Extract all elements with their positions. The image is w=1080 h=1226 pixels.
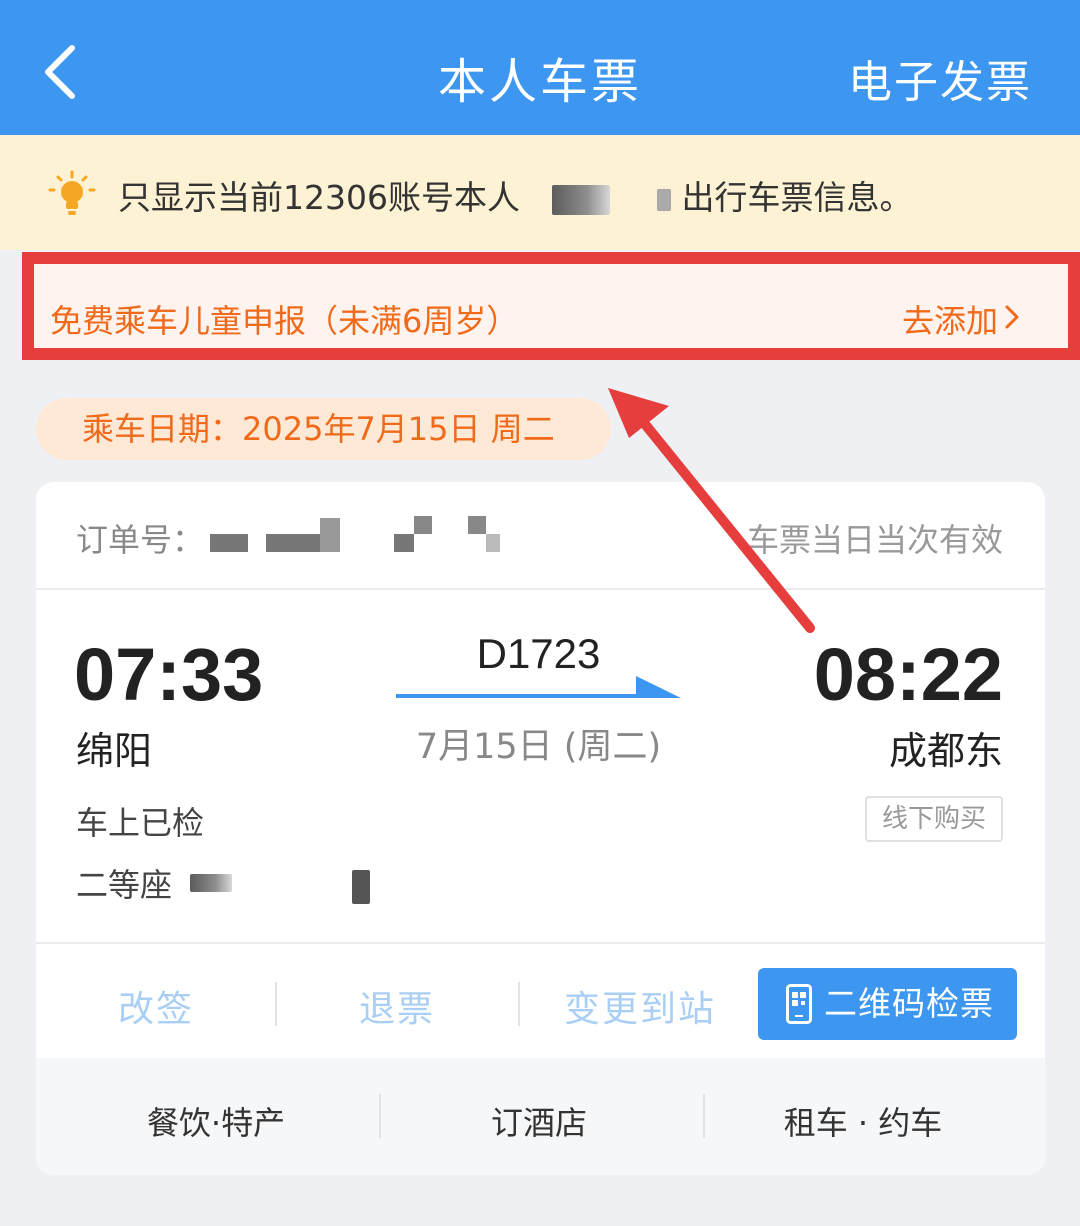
refund-button[interactable]: 退票 bbox=[277, 980, 517, 1032]
redacted-name bbox=[552, 184, 611, 215]
lightbulb-icon bbox=[48, 170, 96, 215]
qr-check-button[interactable]: 二维码检票 bbox=[758, 968, 1017, 1040]
purchase-channel-badge: 线下购买 bbox=[865, 796, 1003, 842]
divider bbox=[379, 1094, 381, 1138]
redacted-seat-number bbox=[352, 870, 371, 904]
train-date: 7月15日 (周二) bbox=[415, 727, 662, 767]
redacted-order-number bbox=[210, 534, 248, 552]
train-number: D1723 bbox=[476, 630, 601, 677]
order-number-label: 订单号： bbox=[76, 521, 205, 559]
departure-time: 07:33 bbox=[74, 633, 264, 716]
check-status: 车上已检 bbox=[76, 804, 205, 842]
arrival-time: 08:22 bbox=[813, 633, 1003, 716]
ticket-actions: 改签 退票 变更到站 二维码检票 bbox=[36, 942, 1045, 1060]
notice-bar: 只显示当前12306账号本人 出行车票信息。 bbox=[0, 135, 1080, 250]
services-bar: 餐饮·特产 订酒店 租车 · 约车 bbox=[36, 1058, 1045, 1175]
car-rental-link[interactable]: 租车 · 约车 bbox=[713, 1098, 1013, 1144]
child-declaration-label: 免费乘车儿童申报（未满6周岁） bbox=[50, 302, 519, 340]
change-destination-button[interactable]: 变更到站 bbox=[520, 980, 760, 1032]
order-row: 订单号： 车票当日当次有效 bbox=[36, 482, 1045, 590]
hotel-link[interactable]: 订酒店 bbox=[389, 1098, 689, 1144]
food-specialty-link[interactable]: 餐饮·特产 bbox=[66, 1098, 366, 1144]
e-invoice-button[interactable]: 电子发票 bbox=[848, 46, 1032, 110]
arrival-station: 成都东 bbox=[888, 729, 1003, 773]
seat-class: 二等座 bbox=[76, 866, 173, 904]
seat-info: 二等座 bbox=[76, 860, 371, 906]
travel-date-badge: 乘车日期：2025年7月15日 周二 bbox=[36, 398, 611, 460]
redacted-name bbox=[656, 188, 671, 211]
add-child-link[interactable]: 去添加 bbox=[902, 296, 998, 342]
route-arrow-icon bbox=[396, 676, 681, 698]
qr-phone-icon bbox=[786, 984, 812, 1024]
child-declaration-banner[interactable]: 免费乘车儿童申报（未满6周岁） 去添加 bbox=[22, 252, 1080, 360]
redacted-seat-number bbox=[190, 874, 233, 892]
departure-station: 绵阳 bbox=[76, 729, 153, 773]
ticket-validity: 车票当日当次有效 bbox=[746, 521, 1003, 559]
ticket-card: 订单号： 车票当日当次有效 07:33 绵阳 D1723 7月15日 (周二) … bbox=[36, 482, 1045, 1175]
notice-text: 只显示当前12306账号本人 出行车票信息。 bbox=[118, 178, 913, 217]
chevron-right-icon bbox=[1005, 305, 1019, 329]
divider bbox=[703, 1094, 705, 1138]
change-ticket-button[interactable]: 改签 bbox=[36, 980, 276, 1032]
nav-bar: 本人车票 电子发票 bbox=[0, 0, 1080, 135]
